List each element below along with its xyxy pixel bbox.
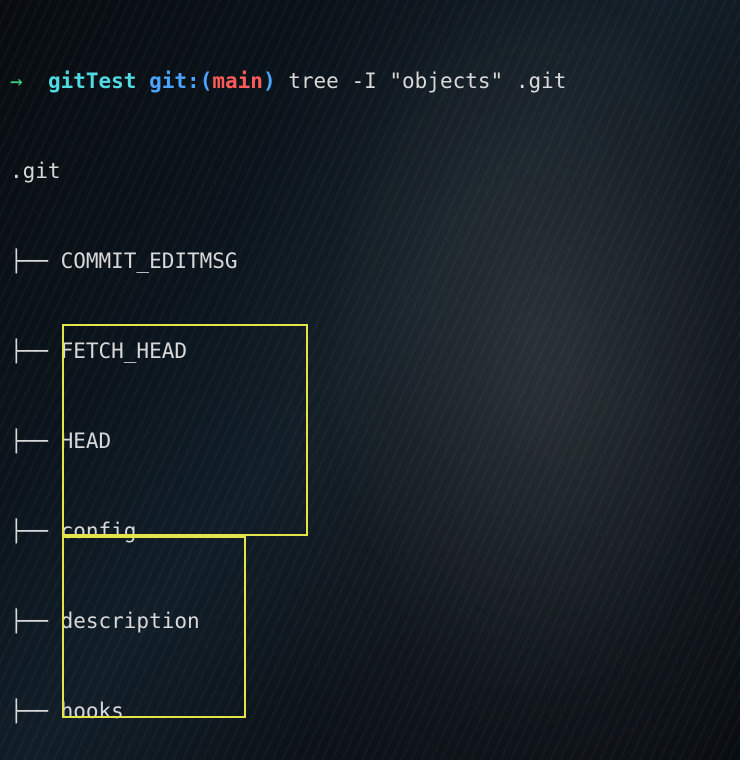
prompt-paren-open: (	[200, 66, 213, 96]
tree-row: ├── config	[10, 516, 730, 546]
tree-row: ├── COMMIT_EDITMSG	[10, 246, 730, 276]
prompt-directory: gitTest	[48, 66, 137, 96]
command-text: tree -I "objects" .git	[288, 66, 566, 96]
tree-row: ├── FETCH_HEAD	[10, 336, 730, 366]
tree-row: ├── HEAD	[10, 426, 730, 456]
tree-row: ├── description	[10, 606, 730, 636]
prompt-paren-close: )	[263, 66, 276, 96]
prompt-branch-name: main	[212, 66, 263, 96]
prompt-arrow-icon: →	[10, 66, 23, 96]
shell-prompt-line[interactable]: → gitTest git:(main) tree -I "objects" .…	[10, 66, 730, 96]
tree-row: ├── hooks	[10, 696, 730, 726]
prompt-git-label: git:	[149, 66, 200, 96]
tree-root: .git	[10, 156, 730, 186]
terminal-output: → gitTest git:(main) tree -I "objects" .…	[0, 0, 740, 760]
